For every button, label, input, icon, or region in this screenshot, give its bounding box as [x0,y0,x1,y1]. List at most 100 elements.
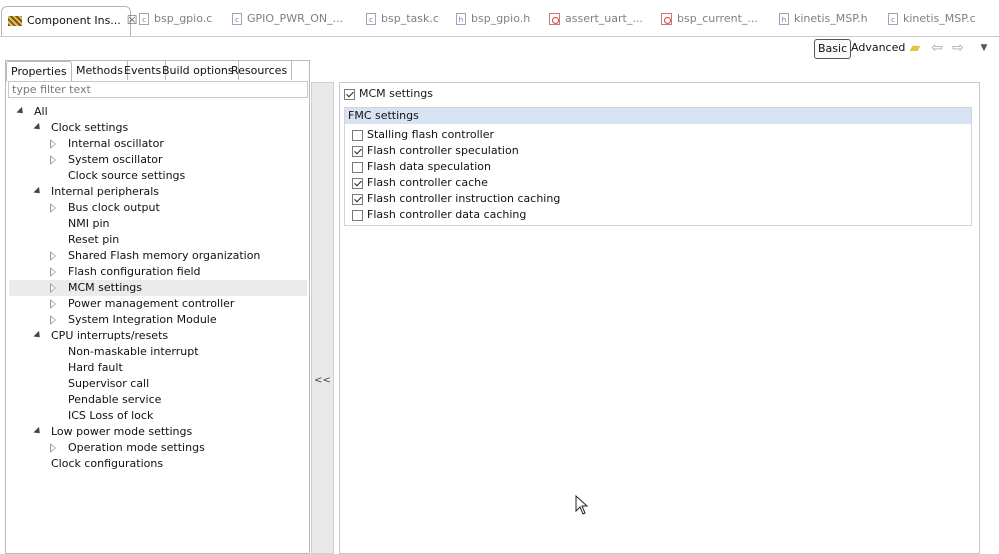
fmc-option-checkbox[interactable]: Flash controller cache [352,175,488,191]
fmc-option-label: Flash controller data caching [367,208,527,221]
fmc-option-checkbox[interactable]: Stalling flash controller [352,127,494,143]
tree-item[interactable]: Clock settings [9,120,307,136]
fmc-option-checkbox[interactable]: Flash controller speculation [352,143,519,159]
tree-item[interactable]: Operation mode settings [9,440,307,456]
collapsed-triangle-icon[interactable] [50,152,68,168]
tab-bsp-current[interactable]: bsp_current_... [661,6,758,32]
tab-bsp-gpio-h[interactable]: h bsp_gpio.h [456,6,530,32]
fmc-option-checkbox[interactable]: Flash controller data caching [352,207,526,223]
mcm-settings-checkbox[interactable]: MCM settings [344,86,433,102]
tree-item[interactable]: Non-maskable interrupt [9,344,307,360]
checkbox-mark [352,193,363,205]
checkbox-mark [352,209,363,221]
collapsed-triangle-icon[interactable] [50,248,68,264]
tree-item[interactable]: Internal peripherals [9,184,307,200]
tree-item-label: Shared Flash memory organization [68,249,261,262]
mouse-cursor-icon [575,495,589,515]
tab-label: bsp_current_... [677,12,758,25]
tab-label: bsp_task.c [381,12,439,25]
vertical-scrollbar[interactable] [980,82,999,554]
fmc-option-checkbox[interactable]: Flash controller instruction caching [352,191,560,207]
tab-component-inspector[interactable]: Component Ins... ☒ [1,6,138,37]
tab-bsp-task-c[interactable]: c bsp_task.c [366,6,439,32]
tab-kinetis-msp-h[interactable]: h kinetis_MSP.h [779,6,868,32]
filter-input[interactable]: type filter text [8,81,308,98]
tree-item[interactable]: System Integration Module [9,312,307,328]
tree-item[interactable]: Bus clock output [9,200,307,216]
tree-item[interactable]: Low power mode settings [9,424,307,440]
tree-item[interactable]: Clock source settings [9,168,307,184]
fmc-option-label: Flash data speculation [367,160,491,173]
tree-item[interactable]: Reset pin [9,232,307,248]
tree-item[interactable]: MCM settings [9,280,307,296]
expanded-triangle-icon[interactable] [33,328,51,344]
tree-item-label: Supervisor call [68,377,150,390]
tab-assert-uart[interactable]: assert_uart_... [549,6,643,32]
tab-label: bsp_gpio.c [154,12,213,25]
note-icon[interactable]: ▰ [907,40,923,56]
tab-label: kinetis_MSP.c [903,12,976,25]
tree-item-label: MCM settings [68,281,143,294]
tree-item-label: Internal peripherals [51,185,159,198]
tab-bsp-gpio-c[interactable]: c bsp_gpio.c [139,6,212,32]
back-arrow-icon[interactable]: ⇦ [929,40,945,56]
tree-item[interactable]: Shared Flash memory organization [9,248,307,264]
tree-item[interactable]: NMI pin [9,216,307,232]
tree-item[interactable]: Supervisor call [9,376,307,392]
expanded-triangle-icon[interactable] [33,120,51,136]
tree-item[interactable]: Hard fault [9,360,307,376]
tree-item[interactable]: Internal oscillator [9,136,307,152]
c-file-icon: c [366,13,376,25]
checkbox-mark [352,129,363,141]
c-file-icon: c [232,13,242,25]
tree-item-label: System oscillator [68,153,163,166]
tab-kinetis-msp-c[interactable]: c kinetis_MSP.c [888,6,976,32]
checkbox-mark [352,177,363,189]
fmc-option-checkbox[interactable]: Flash data speculation [352,159,491,175]
expanded-triangle-icon[interactable] [33,184,51,200]
tree-item-label: Operation mode settings [68,441,205,454]
close-icon[interactable]: ☒ [127,13,138,27]
tree-item[interactable]: All [9,104,307,120]
collapsed-triangle-icon[interactable] [50,440,68,456]
tab-label: kinetis_MSP.h [794,12,868,25]
tab-bar-divider [0,36,999,37]
tree-item[interactable]: Power management controller [9,296,307,312]
collapse-button[interactable]: << [311,372,334,390]
tree-item-label: Power management controller [68,297,235,310]
h-file-icon: h [779,13,789,25]
advanced-mode-button[interactable]: Advanced [848,39,908,57]
collapsed-triangle-icon[interactable] [50,280,68,296]
tab-properties[interactable]: Properties [6,61,72,82]
tree-item[interactable]: Pendable service [9,392,307,408]
reference-file-icon [549,13,560,25]
tree-item-label: Bus clock output [68,201,160,214]
collapsed-triangle-icon[interactable] [50,296,68,312]
tab-gpio-pwr-on[interactable]: c GPIO_PWR_ON_... [232,6,343,32]
expanded-triangle-icon[interactable] [16,104,34,120]
tab-resources[interactable]: Resources [227,61,293,80]
tree-item-label: Clock settings [51,121,129,134]
tree-item[interactable]: CPU interrupts/resets [9,328,307,344]
tree-item[interactable]: Flash configuration field [9,264,307,280]
tree-item-label: NMI pin [68,217,110,230]
collapsed-triangle-icon[interactable] [50,264,68,280]
checkbox-mark [352,145,363,157]
tree-item[interactable]: ICS Loss of lock [9,408,307,424]
panel-splitter[interactable] [311,82,334,554]
basic-mode-button[interactable]: Basic [814,39,852,59]
collapsed-triangle-icon[interactable] [50,136,68,152]
fmc-option-label: Stalling flash controller [367,128,494,141]
tree-item-label: All [34,105,48,118]
tree-item[interactable]: System oscillator [9,152,307,168]
tree-item-label: Reset pin [68,233,120,246]
tree-item-label: Flash configuration field [68,265,201,278]
expanded-triangle-icon[interactable] [33,424,51,440]
forward-arrow-icon[interactable]: ⇨ [950,40,966,56]
tree-item-label: Low power mode settings [51,425,193,438]
view-menu-chevron-icon[interactable]: ▼ [976,40,992,56]
tree-item[interactable]: Clock configurations [9,456,307,472]
tree-item-label: Clock source settings [68,169,186,182]
collapsed-triangle-icon[interactable] [50,312,68,328]
collapsed-triangle-icon[interactable] [50,200,68,216]
